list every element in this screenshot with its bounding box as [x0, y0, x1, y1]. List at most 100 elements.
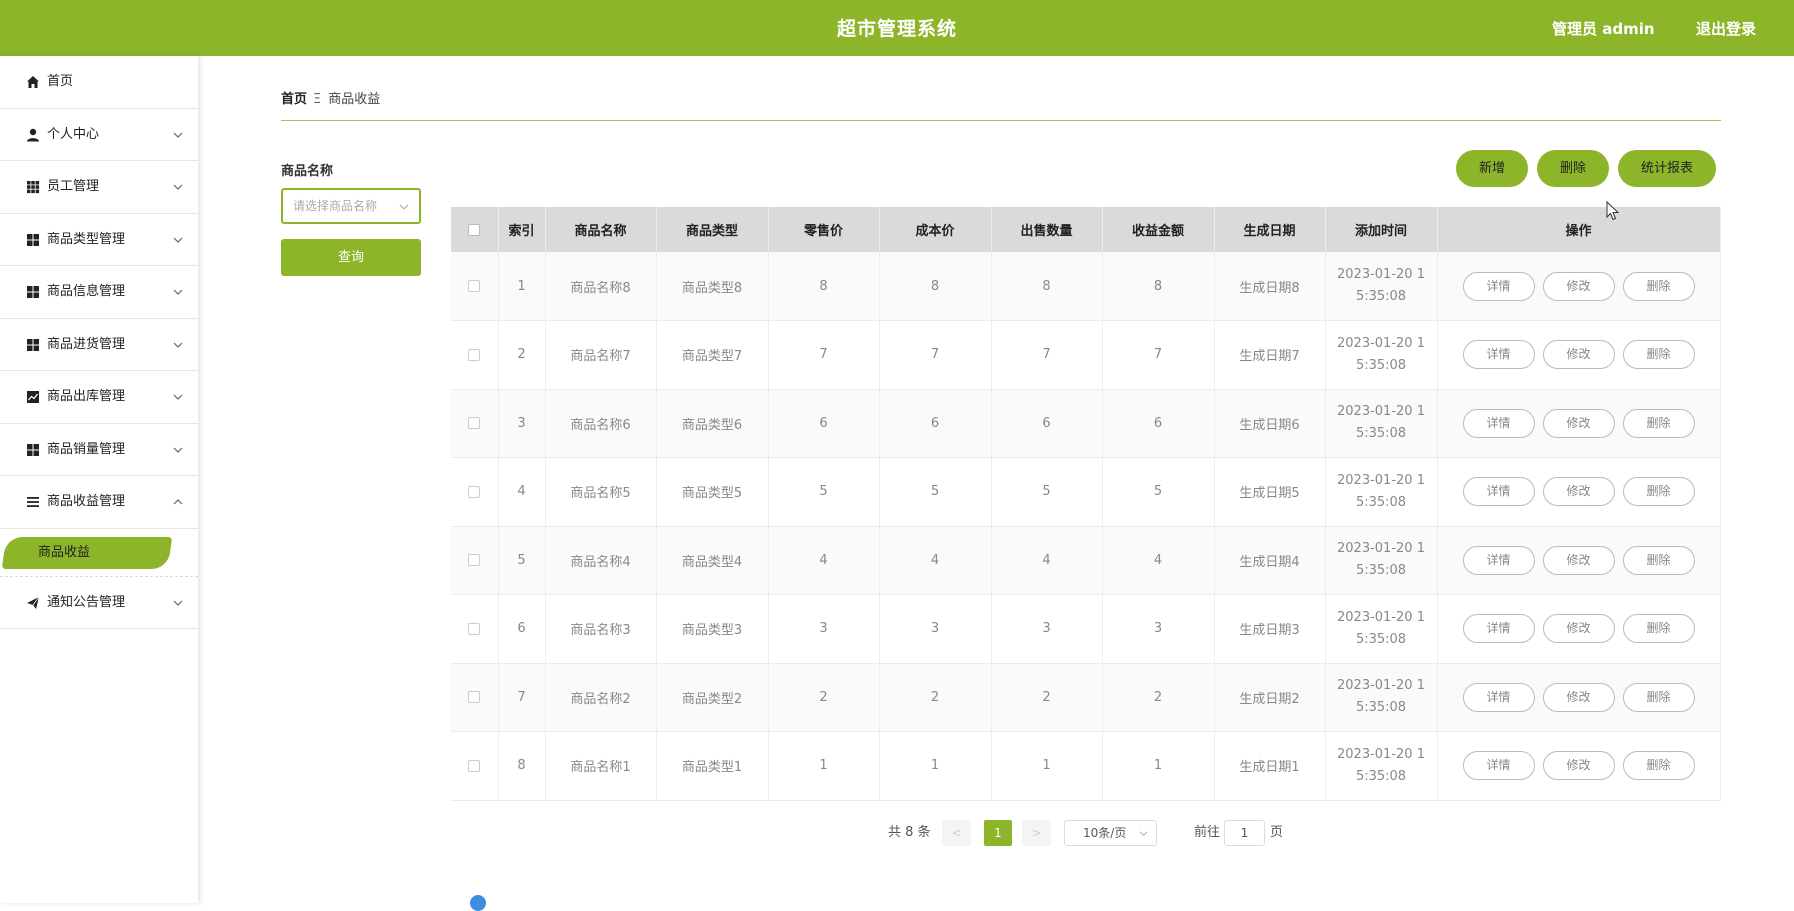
sidebar: 首页 个人中心 员工管理 商品类型管理 商品信息管理 商品进货管理 商品出库管理… [0, 56, 198, 903]
table-row: 4 商品名称5 商品类型5 5 5 5 5 生成日期5 2023-01-20 1… [451, 457, 1721, 527]
delete-button[interactable]: 删除 [1622, 682, 1695, 712]
cell-date: 生成日期1 [1214, 731, 1326, 801]
floating-dot [470, 895, 486, 911]
edit-button[interactable]: 修改 [1542, 271, 1615, 301]
sidebar-item-personal-center[interactable]: 个人中心 [0, 109, 198, 161]
delete-button[interactable]: 删除 [1622, 614, 1695, 644]
query-button[interactable]: 查询 [281, 239, 421, 276]
column-header: 生成日期 [1214, 207, 1326, 252]
edit-button[interactable]: 修改 [1542, 682, 1615, 712]
edit-button[interactable]: 修改 [1542, 614, 1615, 644]
detail-button[interactable]: 详情 [1462, 477, 1535, 507]
sidebar-item-product-info[interactable]: 商品信息管理 [0, 266, 198, 319]
table-row: 1 商品名称8 商品类型8 8 8 8 8 生成日期8 2023-01-20 1… [451, 252, 1721, 321]
sidebar-item-label: 商品类型管理 [47, 231, 126, 247]
cell-name: 商品名称6 [545, 389, 657, 458]
cell-name: 商品名称4 [545, 526, 657, 595]
report-button[interactable]: 统计报表 [1618, 150, 1716, 187]
edit-button[interactable]: 修改 [1542, 477, 1615, 507]
detail-button[interactable]: 详情 [1462, 614, 1535, 644]
sidebar-subitem-label: 商品收益 [38, 544, 91, 560]
delete-button[interactable]: 删除 [1622, 408, 1695, 438]
cell-retail: 4 [768, 526, 880, 595]
edit-button[interactable]: 修改 [1542, 340, 1615, 370]
breadcrumb-current: 商品收益 [328, 92, 381, 107]
sidebar-item-product-purchase[interactable]: 商品进货管理 [0, 319, 198, 371]
goto-page-input[interactable]: 1 [1224, 820, 1265, 846]
breadcrumb-home[interactable]: 首页 [281, 92, 307, 107]
cell-date: 生成日期4 [1214, 526, 1326, 595]
select-all-checkbox[interactable] [468, 223, 481, 236]
sidebar-item-label: 个人中心 [47, 126, 100, 142]
sidebar-item-product-type[interactable]: 商品类型管理 [0, 214, 198, 266]
edit-button[interactable]: 修改 [1542, 751, 1615, 781]
row-select-cell [451, 594, 499, 664]
detail-button[interactable]: 详情 [1462, 271, 1535, 301]
sidebar-item-product-sales[interactable]: 商品销量管理 [0, 424, 198, 476]
row-select-cell [451, 320, 499, 390]
time-line-2: 5:35:08 [1355, 768, 1407, 784]
cell-retail: 5 [768, 457, 880, 527]
edit-button[interactable]: 修改 [1542, 545, 1615, 575]
sidebar-item-product-outbound[interactable]: 商品出库管理 [0, 371, 198, 424]
sidebar-item-label: 商品信息管理 [47, 284, 126, 299]
pagination-page-1[interactable]: 1 [984, 820, 1012, 846]
cell-date: 生成日期8 [1214, 252, 1326, 321]
detail-button[interactable]: 详情 [1462, 545, 1535, 575]
sidebar-item-staff[interactable]: 员工管理 [0, 161, 198, 214]
cell-cost: 7 [879, 320, 992, 390]
detail-button[interactable]: 详情 [1462, 682, 1535, 712]
delete-button[interactable]: 删除 [1622, 340, 1695, 370]
pagination-next-button[interactable]: > [1022, 820, 1051, 846]
row-checkbox[interactable] [468, 280, 481, 292]
cell-name: 商品名称5 [545, 457, 657, 527]
detail-button[interactable]: 详情 [1462, 751, 1535, 781]
cell-type: 商品类型3 [656, 594, 769, 664]
delete-button[interactable]: 删除 [1622, 271, 1695, 301]
cell-qty: 8 [991, 252, 1103, 321]
page-size-select[interactable]: 10条/页 [1064, 820, 1157, 846]
cell-retail: 1 [768, 731, 880, 801]
edit-button[interactable]: 修改 [1542, 408, 1615, 438]
cell-retail: 8 [768, 252, 880, 321]
logout-link[interactable]: 退出登录 [1696, 0, 1756, 58]
pagination-prev-button[interactable]: < [942, 820, 971, 846]
column-header: 添加时间 [1325, 207, 1438, 252]
sidebar-subitem-product-income[interactable]: 商品收益 [1, 536, 173, 569]
cell-ops: 详情 修改 删除 [1437, 457, 1721, 527]
row-checkbox[interactable] [468, 554, 481, 567]
time-line-1: 2023-01-20 1 [1337, 746, 1425, 762]
column-header: 商品类型 [656, 207, 769, 252]
sidebar-item-home[interactable]: 首页 [0, 56, 198, 109]
row-checkbox[interactable] [468, 622, 481, 635]
row-checkbox[interactable] [468, 691, 481, 704]
row-checkbox[interactable] [468, 485, 481, 498]
sidebar-item-product-income[interactable]: 商品收益管理 [0, 476, 198, 529]
product-name-select[interactable]: 请选择商品名称 [281, 188, 421, 224]
delete-button[interactable]: 删除 [1622, 545, 1695, 575]
cell-income: 2 [1102, 663, 1215, 732]
cell-cost: 5 [879, 457, 992, 527]
time-line-2: 5:35:08 [1355, 700, 1407, 716]
time-line-1: 2023-01-20 1 [1337, 404, 1425, 420]
cell-index: 3 [498, 389, 546, 458]
cell-index: 6 [498, 594, 546, 664]
detail-button[interactable]: 详情 [1462, 408, 1535, 438]
cell-type: 商品类型7 [656, 320, 769, 390]
row-checkbox[interactable] [468, 417, 481, 430]
chevron-down-icon [173, 237, 183, 243]
sidebar-item-notice[interactable]: 通知公告管理 [0, 577, 198, 629]
column-header: 收益金额 [1102, 207, 1215, 252]
batch-delete-button[interactable]: 删除 [1537, 150, 1609, 187]
detail-button[interactable]: 详情 [1462, 340, 1535, 370]
row-select-cell [451, 389, 499, 458]
delete-button[interactable]: 删除 [1622, 477, 1695, 507]
time-line-1: 2023-01-20 1 [1337, 267, 1425, 282]
goto-label: 前往 [1194, 825, 1221, 840]
row-checkbox[interactable] [468, 348, 481, 361]
cell-date: 生成日期2 [1214, 663, 1326, 732]
add-button[interactable]: 新增 [1456, 150, 1528, 187]
delete-button[interactable]: 删除 [1622, 751, 1695, 781]
sidebar-item-label: 员工管理 [47, 179, 100, 194]
row-checkbox[interactable] [468, 759, 481, 772]
